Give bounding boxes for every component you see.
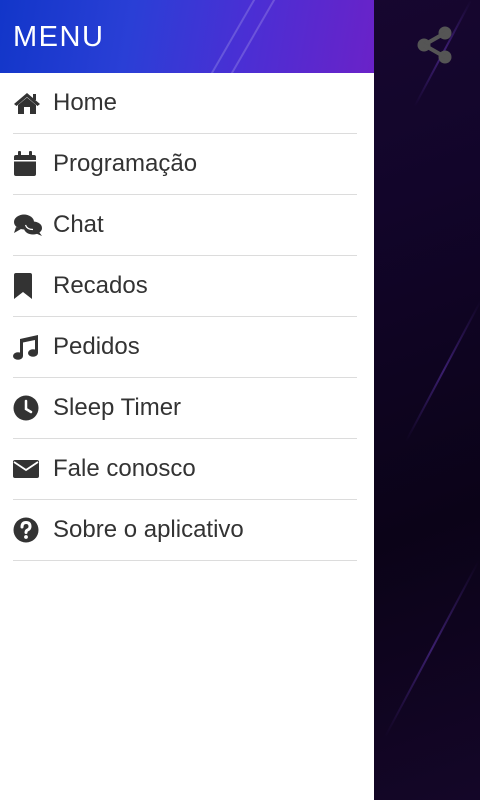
clock-icon [13,393,43,423]
menu-item-fale-conosco[interactable]: Fale conosco [13,439,357,500]
music-note-icon [13,332,43,362]
menu-item-label: Recados [53,272,148,299]
menu-item-label: Sleep Timer [53,394,182,421]
menu-item-label: Home [53,89,118,116]
menu-item-recados[interactable]: Recados [13,256,357,317]
menu-item-sleep-timer[interactable]: Sleep Timer [13,378,357,439]
header-streak [220,0,282,73]
drawer-title: MENU [13,21,105,53]
envelope-icon [13,454,43,484]
menu-item-sobre[interactable]: Sobre o aplicativo [13,500,357,561]
menu-item-label: Fale conosco [53,455,196,482]
navigation-drawer: MENU Home Programação Chat Recados Pedid… [0,0,374,800]
background-streak [404,300,480,443]
menu-item-label: Pedidos [53,333,140,360]
share-icon [417,26,453,69]
app-screen: MENU Home Programação Chat Recados Pedid… [0,0,480,800]
menu-list: Home Programação Chat Recados Pedidos Sl… [0,73,374,561]
menu-item-pedidos[interactable]: Pedidos [13,317,357,378]
menu-item-programacao[interactable]: Programação [13,134,357,195]
home-icon [13,88,43,118]
bookmark-icon [13,271,43,301]
calendar-icon [13,149,43,179]
menu-item-home[interactable]: Home [13,73,357,134]
drawer-header: MENU [0,0,374,73]
menu-item-label: Chat [53,211,104,238]
menu-item-label: Sobre o aplicativo [53,516,244,543]
menu-item-label: Programação [53,150,198,177]
menu-item-chat[interactable]: Chat [13,195,357,256]
background-streak [384,560,480,738]
question-circle-icon [13,515,43,545]
share-button[interactable] [414,26,456,68]
chat-icon [13,210,43,240]
